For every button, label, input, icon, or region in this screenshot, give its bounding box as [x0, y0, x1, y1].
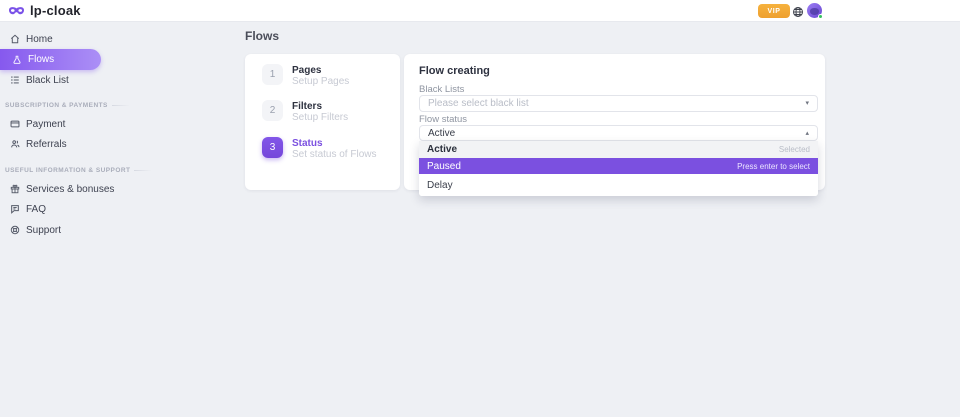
option-active[interactable]: Active Selected: [419, 141, 818, 158]
sidebar-item-label: Referrals: [26, 139, 67, 150]
flow-status-label: Flow status: [419, 114, 467, 125]
option-paused[interactable]: Paused Press enter to select: [419, 158, 818, 174]
home-icon: [10, 34, 20, 44]
step-title: Filters: [292, 101, 348, 112]
globe-icon[interactable]: [792, 5, 804, 17]
section-divider: [112, 105, 130, 106]
step-filters[interactable]: 2 Filters Setup Filters: [262, 100, 348, 123]
online-status-dot: [818, 14, 823, 19]
flow-status-select[interactable]: Active ▴: [419, 125, 818, 141]
sidebar-item-black-list[interactable]: Black List: [10, 73, 69, 87]
sidebar-item-label: FAQ: [26, 204, 46, 215]
sidebar-section-payments: SUBSCRIPTION & PAYMENTS: [5, 100, 130, 110]
flow-status-dropdown: Active Selected Paused Press enter to se…: [419, 141, 818, 196]
flows-icon: [12, 55, 22, 65]
mask-icon: [8, 6, 25, 16]
sidebar-item-label: Flows: [28, 54, 54, 65]
sidebar-item-payment[interactable]: Payment: [10, 117, 65, 131]
logo[interactable]: lp-cloak: [8, 0, 81, 21]
option-press-enter-hint: Press enter to select: [737, 162, 810, 171]
sidebar-section-label: USEFUL INFORMATION & SUPPORT: [5, 167, 130, 174]
black-lists-label: Black Lists: [419, 84, 464, 95]
sidebar-item-label: Home: [26, 34, 53, 45]
step-subtitle: Set status of Flows: [292, 149, 376, 160]
sidebar-section-support: USEFUL INFORMATION & SUPPORT: [5, 165, 152, 175]
option-selected-hint: Selected: [779, 145, 810, 154]
chevron-up-icon: ▴: [805, 130, 809, 137]
sidebar-item-home[interactable]: Home: [10, 32, 53, 46]
black-lists-placeholder: Please select black list: [428, 98, 529, 109]
option-label: Active: [427, 144, 457, 155]
sidebar-item-label: Support: [26, 225, 61, 236]
step-number: 2: [262, 100, 283, 121]
sidebar-item-support[interactable]: Support: [10, 223, 61, 237]
step-subtitle: Setup Filters: [292, 112, 348, 123]
gift-icon: [10, 184, 20, 194]
sidebar-section-label: SUBSCRIPTION & PAYMENTS: [5, 102, 108, 109]
chat-icon: [10, 204, 20, 214]
option-label: Delay: [427, 180, 453, 191]
chevron-down-icon: ▾: [805, 100, 809, 107]
option-delay[interactable]: Delay: [419, 174, 818, 196]
step-pages[interactable]: 1 Pages Setup Pages: [262, 64, 349, 87]
option-label: Paused: [427, 161, 461, 172]
step-number: 1: [262, 64, 283, 85]
vip-button[interactable]: VIP: [758, 4, 790, 18]
top-bar: lp-cloak VIP: [0, 0, 960, 22]
credit-card-icon: [10, 119, 20, 129]
flow-status-value: Active: [428, 128, 455, 139]
logo-text: lp-cloak: [30, 3, 81, 18]
sidebar-item-services[interactable]: Services & bonuses: [10, 182, 114, 196]
avatar[interactable]: [807, 3, 822, 18]
black-lists-select[interactable]: Please select black list ▾: [419, 95, 818, 112]
sidebar-item-flows[interactable]: Flows: [0, 49, 101, 70]
step-title: Pages: [292, 65, 349, 76]
section-divider: [134, 170, 152, 171]
sidebar-item-label: Payment: [26, 119, 65, 130]
step-number: 3: [262, 137, 283, 158]
step-status[interactable]: 3 Status Set status of Flows: [262, 137, 376, 160]
steps-card: 1 Pages Setup Pages 2 Filters Setup Filt…: [245, 54, 400, 190]
form-title: Flow creating: [419, 65, 490, 77]
page-title: Flows: [245, 29, 279, 43]
sidebar-item-referrals[interactable]: Referrals: [10, 137, 67, 151]
sidebar-item-label: Services & bonuses: [26, 184, 114, 195]
step-title: Status: [292, 138, 376, 149]
sidebar-item-faq[interactable]: FAQ: [10, 202, 46, 216]
lifebuoy-icon: [10, 225, 20, 235]
list-icon: [10, 75, 20, 85]
sidebar-item-label: Black List: [26, 75, 69, 86]
step-subtitle: Setup Pages: [292, 76, 349, 87]
users-icon: [10, 139, 20, 149]
